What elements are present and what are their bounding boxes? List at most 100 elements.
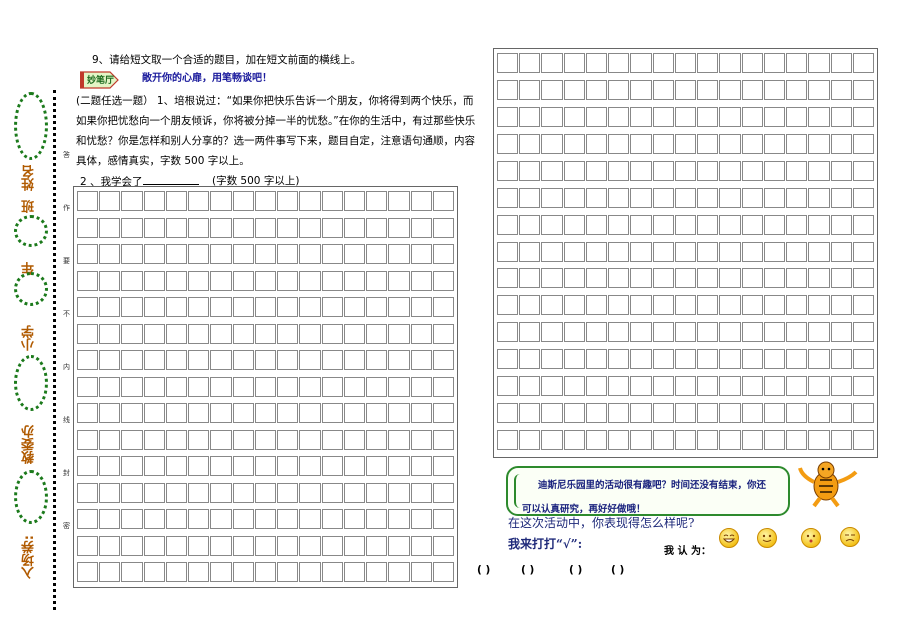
writing-cell[interactable] xyxy=(808,403,830,424)
writing-cell[interactable] xyxy=(143,217,165,238)
writing-cell[interactable] xyxy=(343,376,366,397)
writing-cell[interactable] xyxy=(741,430,763,451)
writing-cell[interactable] xyxy=(830,403,852,424)
writing-cell[interactable] xyxy=(630,295,652,316)
writing-cell[interactable] xyxy=(343,403,366,423)
writing-cell[interactable] xyxy=(432,456,454,476)
writing-cell[interactable] xyxy=(563,430,585,451)
writing-cell[interactable] xyxy=(786,241,808,262)
writing-cell[interactable] xyxy=(808,133,830,154)
writing-cell[interactable] xyxy=(277,217,299,238)
writing-cell[interactable] xyxy=(321,217,343,238)
writing-cell[interactable] xyxy=(343,244,366,264)
writing-cell[interactable] xyxy=(608,53,630,73)
writing-cell[interactable] xyxy=(697,322,719,343)
writing-cell[interactable] xyxy=(519,187,541,208)
writing-cell[interactable] xyxy=(210,297,232,317)
writing-cell[interactable] xyxy=(143,403,165,423)
writing-cell[interactable] xyxy=(432,509,454,529)
writing-cell[interactable] xyxy=(519,376,541,397)
writing-cell[interactable] xyxy=(808,322,830,343)
writing-cell[interactable] xyxy=(630,376,652,397)
writing-cell[interactable] xyxy=(366,429,388,450)
writing-cell[interactable] xyxy=(277,562,299,582)
writing-cell[interactable] xyxy=(254,270,277,291)
writing-cell[interactable] xyxy=(830,268,852,289)
writing-cell[interactable] xyxy=(188,350,210,370)
writing-cell[interactable] xyxy=(786,214,808,235)
writing-cell[interactable] xyxy=(321,270,343,291)
writing-cell[interactable] xyxy=(786,268,808,289)
writing-cell[interactable] xyxy=(299,297,321,317)
writing-cell[interactable] xyxy=(519,53,541,73)
writing-cell[interactable] xyxy=(277,456,299,476)
writing-cell[interactable] xyxy=(299,244,321,264)
writing-cell[interactable] xyxy=(188,403,210,423)
writing-cell[interactable] xyxy=(541,53,563,73)
writing-cell[interactable] xyxy=(674,53,697,73)
writing-cell[interactable] xyxy=(321,244,343,264)
writing-cell[interactable] xyxy=(852,106,874,127)
writing-cell[interactable] xyxy=(519,349,541,370)
writing-cell[interactable] xyxy=(697,214,719,235)
writing-cell[interactable] xyxy=(830,322,852,343)
writing-cell[interactable] xyxy=(210,562,232,582)
writing-cell[interactable] xyxy=(366,350,388,370)
writing-cell[interactable] xyxy=(741,160,763,181)
writing-cell[interactable] xyxy=(763,322,786,343)
writing-cell[interactable] xyxy=(232,297,254,317)
writing-cell[interactable] xyxy=(585,376,608,397)
writing-cell[interactable] xyxy=(254,429,277,450)
writing-cell[interactable] xyxy=(652,53,674,73)
writing-cell[interactable] xyxy=(77,217,99,238)
rating-bracket[interactable]: ( ) xyxy=(611,563,624,577)
writing-cell[interactable] xyxy=(232,191,254,211)
writing-cell[interactable] xyxy=(674,106,697,127)
writing-cell[interactable] xyxy=(121,509,143,529)
writing-cell[interactable] xyxy=(497,322,519,343)
writing-cell[interactable] xyxy=(697,133,719,154)
writing-cell[interactable] xyxy=(497,268,519,289)
writing-cell[interactable] xyxy=(77,350,99,370)
writing-cell[interactable] xyxy=(519,430,541,451)
writing-cell[interactable] xyxy=(143,270,165,291)
writing-cell[interactable] xyxy=(77,535,99,556)
writing-cell[interactable] xyxy=(719,403,741,424)
writing-cell[interactable] xyxy=(697,349,719,370)
writing-cell[interactable] xyxy=(763,430,786,451)
writing-cell[interactable] xyxy=(541,106,563,127)
writing-cell[interactable] xyxy=(188,456,210,476)
writing-cell[interactable] xyxy=(321,191,343,211)
writing-cell[interactable] xyxy=(541,241,563,262)
writing-cell[interactable] xyxy=(497,79,519,100)
writing-cell[interactable] xyxy=(410,191,432,211)
writing-cell[interactable] xyxy=(232,244,254,264)
writing-cell[interactable] xyxy=(143,562,165,582)
writing-cell[interactable] xyxy=(121,191,143,211)
writing-cell[interactable] xyxy=(652,160,674,181)
writing-cell[interactable] xyxy=(432,217,454,238)
writing-cell[interactable] xyxy=(277,270,299,291)
writing-cell[interactable] xyxy=(608,106,630,127)
writing-cell[interactable] xyxy=(741,133,763,154)
writing-cell[interactable] xyxy=(165,297,188,317)
writing-cell[interactable] xyxy=(343,217,366,238)
writing-cell[interactable] xyxy=(763,53,786,73)
writing-cell[interactable] xyxy=(143,323,165,344)
writing-cell[interactable] xyxy=(99,244,121,264)
writing-cell[interactable] xyxy=(366,562,388,582)
writing-cell[interactable] xyxy=(232,217,254,238)
writing-cell[interactable] xyxy=(277,403,299,423)
writing-cell[interactable] xyxy=(299,429,321,450)
writing-cell[interactable] xyxy=(188,429,210,450)
writing-cell[interactable] xyxy=(210,403,232,423)
writing-cell[interactable] xyxy=(674,160,697,181)
writing-cell[interactable] xyxy=(299,270,321,291)
writing-cell[interactable] xyxy=(210,535,232,556)
writing-cell[interactable] xyxy=(254,535,277,556)
writing-cell[interactable] xyxy=(410,323,432,344)
writing-cell[interactable] xyxy=(608,241,630,262)
writing-cell[interactable] xyxy=(741,376,763,397)
writing-cell[interactable] xyxy=(188,191,210,211)
writing-cell[interactable] xyxy=(143,244,165,264)
